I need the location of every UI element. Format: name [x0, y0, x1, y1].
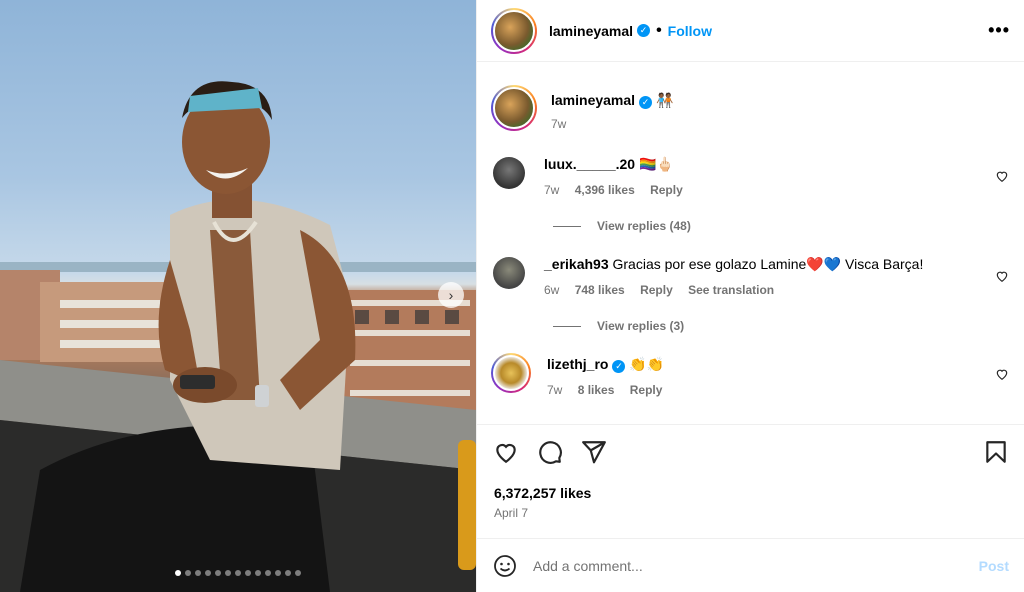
post-photo [0, 81, 476, 592]
caption-text: 🧑🏾‍🤝‍🧑🏾 [655, 92, 674, 108]
like-comment-heart-icon[interactable] [995, 169, 1009, 183]
avatar[interactable] [493, 257, 525, 289]
reply-button[interactable]: Reply [640, 283, 673, 297]
caption-avatar-ring[interactable] [491, 85, 537, 131]
comment-username[interactable]: lizethj_ro [547, 356, 608, 372]
follow-button[interactable]: Follow [668, 23, 712, 39]
comment-text: 👏👏 [629, 356, 665, 372]
likes-count[interactable]: 6,372,257 likes [494, 485, 591, 501]
avatar [493, 87, 535, 129]
caption-row: lamineyamal ✓ 🧑🏾‍🤝‍🧑🏾 7w [477, 85, 1024, 131]
verified-badge-icon: ✓ [612, 360, 626, 373]
caption-username[interactable]: lamineyamal [551, 92, 635, 108]
next-slide-button[interactable]: › [438, 282, 464, 308]
post-panel: lamineyamal ✓ • Follow ••• lamineyamal ✓ … [476, 0, 1024, 592]
like-comment-heart-icon[interactable] [995, 367, 1009, 381]
post-media[interactable]: › [0, 0, 476, 592]
comment-likes[interactable]: 748 likes [575, 283, 625, 297]
verified-badge-icon: ✓ [639, 96, 653, 109]
comment-time[interactable]: 7w [547, 383, 562, 397]
like-comment-heart-icon[interactable] [995, 269, 1009, 283]
slide-dot [255, 570, 261, 576]
comment-row: luux._____.20 🏳️‍🌈🖕🏻 7w 4,396 likes Repl… [477, 155, 1024, 197]
more-horizontal-icon[interactable]: ••• [988, 20, 1010, 41]
view-replies-button[interactable]: View replies (3) [477, 319, 1024, 333]
slide-dot [265, 570, 271, 576]
comment-username[interactable]: luux._____.20 [544, 156, 635, 172]
comment-composer: Post [477, 538, 1024, 592]
comment-row: _erikah93 Gracias por ese golazo Lamine❤… [477, 255, 1024, 297]
view-replies-button[interactable]: View replies (48) [477, 219, 1024, 233]
verified-badge-icon: ✓ [637, 24, 651, 37]
post-header: lamineyamal ✓ • Follow ••• [477, 0, 1024, 62]
comment-username[interactable]: _erikah93 [544, 256, 609, 272]
slide-dot [215, 570, 221, 576]
view-replies-label: View replies (48) [597, 219, 691, 233]
see-translation-button[interactable]: See translation [688, 283, 774, 297]
avatar-ring[interactable] [491, 353, 531, 393]
avatar[interactable] [493, 157, 525, 189]
comment-text: 🏳️‍🌈🖕🏻 [638, 156, 674, 172]
separator-dot: • [656, 21, 662, 39]
slide-dot [205, 570, 211, 576]
divider-line [553, 225, 581, 227]
view-replies-label: View replies (3) [597, 319, 685, 333]
action-bar [477, 424, 1024, 478]
emoji-icon[interactable] [493, 554, 517, 578]
divider-line [553, 325, 581, 327]
caption-time[interactable]: 7w [551, 117, 566, 131]
comments-list[interactable]: lamineyamal ✓ 🧑🏾‍🤝‍🧑🏾 7w luux._____.20 🏳️… [477, 63, 1024, 423]
slide-dot [225, 570, 231, 576]
slide-dot [235, 570, 241, 576]
post-comment-button[interactable]: Post [979, 558, 1009, 574]
post-date[interactable]: April 7 [494, 506, 528, 520]
comment-text: Gracias por ese golazo Lamine❤️💙 Visca B… [612, 256, 924, 272]
share-send-icon[interactable] [581, 439, 607, 465]
comment-likes[interactable]: 4,396 likes [575, 183, 635, 197]
author-username[interactable]: lamineyamal [549, 23, 633, 39]
comment-likes[interactable]: 8 likes [578, 383, 615, 397]
avatar [493, 9, 535, 52]
slide-indicator [0, 570, 476, 576]
comment-row: lizethj_ro ✓ 👏👏 7w 8 likes Reply [477, 353, 1024, 397]
slide-dot [295, 570, 301, 576]
slide-dot [245, 570, 251, 576]
slide-dot [275, 570, 281, 576]
slide-dot [185, 570, 191, 576]
slide-dot [285, 570, 291, 576]
reply-button[interactable]: Reply [630, 383, 663, 397]
avatar [493, 355, 529, 391]
comment-bubble-icon[interactable] [537, 439, 563, 465]
slide-dot [195, 570, 201, 576]
slide-dot [175, 570, 181, 576]
comment-time[interactable]: 7w [544, 183, 559, 197]
save-bookmark-icon[interactable] [983, 439, 1009, 465]
comment-time[interactable]: 6w [544, 283, 559, 297]
comment-input[interactable] [533, 557, 979, 574]
reply-button[interactable]: Reply [650, 183, 683, 197]
author-avatar-ring[interactable] [491, 7, 537, 54]
chevron-right-icon: › [448, 287, 454, 303]
like-heart-icon[interactable] [493, 439, 519, 465]
